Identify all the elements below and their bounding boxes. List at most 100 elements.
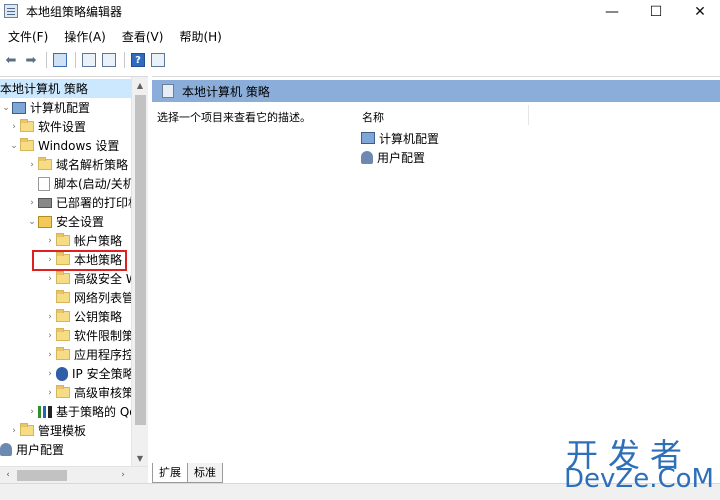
help-button[interactable]: ? [129, 51, 147, 69]
tree-item-scripts[interactable]: 脚本(启动/关机 [38, 174, 135, 193]
properties-icon [82, 53, 96, 67]
chevron-right-icon[interactable]: › [8, 426, 20, 436]
scroll-thumb[interactable] [17, 470, 67, 481]
view-icon [151, 53, 165, 67]
close-button[interactable]: ✕ [678, 0, 720, 24]
details-header: 本地计算机 策略 [152, 80, 720, 102]
chevron-right-icon[interactable]: › [44, 331, 56, 341]
menu-action[interactable]: 操作(A) [56, 26, 114, 46]
tree-item-label: 域名解析策略 [56, 158, 129, 172]
toolbar-separator [46, 52, 47, 68]
export-button[interactable] [100, 51, 118, 69]
qos-chart-icon [38, 405, 52, 418]
watermark-logo: 开发者 DevZe.CoM [560, 430, 720, 500]
scroll-down-icon[interactable]: ▼ [132, 450, 148, 466]
folder-icon [56, 309, 70, 322]
folder-icon [56, 271, 70, 284]
menu-view[interactable]: 查看(V) [114, 26, 172, 46]
show-hide-tree-icon [53, 53, 67, 67]
ip-security-icon [56, 366, 68, 381]
tab-standard[interactable]: 标准 [187, 463, 223, 483]
list-item-user-config[interactable]: 用户配置 [361, 148, 425, 166]
toolbar: ⬅ ➡ ? [0, 48, 720, 72]
folder-icon [20, 423, 34, 436]
tree-item-ip-security[interactable]: › IP 安全策略 [44, 364, 135, 383]
chevron-down-icon[interactable]: ⌄ [26, 217, 38, 227]
folder-icon [56, 385, 70, 398]
tree-item-windows-settings[interactable]: ⌄ Windows 设置 [8, 136, 119, 155]
tree-item-label: 安全设置 [56, 215, 105, 229]
folder-icon [20, 138, 34, 151]
scroll-right-icon[interactable]: › [115, 467, 131, 483]
scroll-left-icon[interactable]: ‹ [0, 467, 16, 483]
chevron-right-icon[interactable]: › [44, 388, 56, 398]
tree-horizontal-scrollbar[interactable]: ‹ › [0, 466, 148, 483]
user-icon [0, 443, 12, 456]
tree-pane: 本地计算机 策略 ⌄ 计算机配置 › 软件设置 ⌄ Windows 设置 › 域… [0, 76, 148, 483]
column-divider[interactable] [528, 105, 529, 125]
tree-item-label: IP 安全策略 [72, 367, 135, 381]
tree-item-label: 软件设置 [38, 120, 87, 134]
chevron-right-icon[interactable]: › [44, 312, 56, 322]
chevron-right-icon[interactable]: › [44, 236, 56, 246]
toolbar-separator [75, 52, 76, 68]
tree-item-software-settings[interactable]: › 软件设置 [8, 117, 86, 136]
chevron-right-icon[interactable]: › [26, 198, 38, 208]
chevron-right-icon[interactable]: › [26, 160, 38, 170]
chevron-right-icon[interactable]: › [8, 122, 20, 132]
tree-item-advanced-firewall[interactable]: › 高级安全 W [44, 269, 138, 288]
tree-item-deployed-printers[interactable]: › 已部署的打印机 [26, 193, 140, 212]
forward-icon[interactable]: ➡ [22, 51, 40, 69]
minimize-button[interactable]: — [590, 0, 634, 24]
tree-item-account-policies[interactable]: › 帐户策略 [44, 231, 122, 250]
back-icon[interactable]: ⬅ [2, 51, 20, 69]
computer-icon [12, 101, 26, 114]
details-header-title: 本地计算机 策略 [182, 84, 270, 99]
tree-item-local-computer-policy[interactable]: 本地计算机 策略 [0, 79, 131, 98]
menu-help[interactable]: 帮助(H) [171, 26, 229, 46]
tree-item-security-settings[interactable]: ⌄ 安全设置 [26, 212, 104, 231]
security-icon [38, 215, 52, 228]
details-pane: 本地计算机 策略 选择一个项目来查看它的描述。 名称 计算机配置 用户配置 [152, 76, 720, 464]
tree-item-label: Windows 设置 [38, 139, 120, 153]
user-icon [361, 150, 373, 164]
tree-item-label: 用户配置 [16, 443, 65, 457]
tree-item-label: 已部署的打印机 [56, 196, 141, 210]
chevron-right-icon[interactable]: › [26, 407, 38, 417]
folder-icon [56, 347, 70, 360]
tree-item-computer-config[interactable]: ⌄ 计算机配置 [0, 98, 90, 117]
app-icon [4, 4, 18, 18]
list-item-computer-config[interactable]: 计算机配置 [361, 129, 439, 147]
column-header-name[interactable]: 名称 [362, 109, 384, 125]
chevron-right-icon[interactable]: › [44, 369, 56, 379]
tree-item-admin-templates[interactable]: › 管理模板 [8, 421, 86, 440]
tree-item-name-resolution-policy[interactable]: › 域名解析策略 [26, 155, 128, 174]
menu-bar: 文件(F) 操作(A) 查看(V) 帮助(H) [0, 26, 230, 46]
chevron-down-icon[interactable]: ⌄ [0, 103, 12, 113]
folder-lock-icon [56, 233, 70, 246]
tree-vertical-scrollbar[interactable]: ▲ ▼ [131, 77, 148, 466]
tree-item-label: 脚本(启动/关机 [54, 177, 135, 191]
chevron-down-icon[interactable]: ⌄ [8, 141, 20, 151]
show-hide-tree-button[interactable] [51, 51, 69, 69]
tree-item-user-config[interactable]: 用户配置 [0, 440, 64, 459]
maximize-button[interactable]: ☐ [634, 0, 678, 24]
properties-button[interactable] [80, 51, 98, 69]
scroll-thumb[interactable] [135, 95, 146, 425]
policy-icon [162, 84, 174, 98]
computer-icon [361, 132, 375, 144]
toolbar-separator [124, 52, 125, 68]
title-bar: 本地组策略编辑器 — ☐ ✕ [0, 0, 720, 24]
tab-extended[interactable]: 扩展 [152, 463, 188, 483]
tree-item-public-key-policies[interactable]: › 公钥策略 [44, 307, 122, 326]
menu-file[interactable]: 文件(F) [0, 26, 56, 46]
view-button[interactable] [149, 51, 167, 69]
chevron-right-icon[interactable]: › [44, 350, 56, 360]
folder-icon [56, 328, 70, 341]
tree-item-label: 基于策略的 Qo [56, 405, 137, 419]
folder-icon [56, 290, 70, 303]
tree-item-policy-based-qos[interactable]: › 基于策略的 Qo [26, 402, 137, 421]
scroll-up-icon[interactable]: ▲ [132, 77, 148, 93]
list-item-label: 计算机配置 [379, 131, 440, 146]
chevron-right-icon[interactable]: › [44, 274, 56, 284]
